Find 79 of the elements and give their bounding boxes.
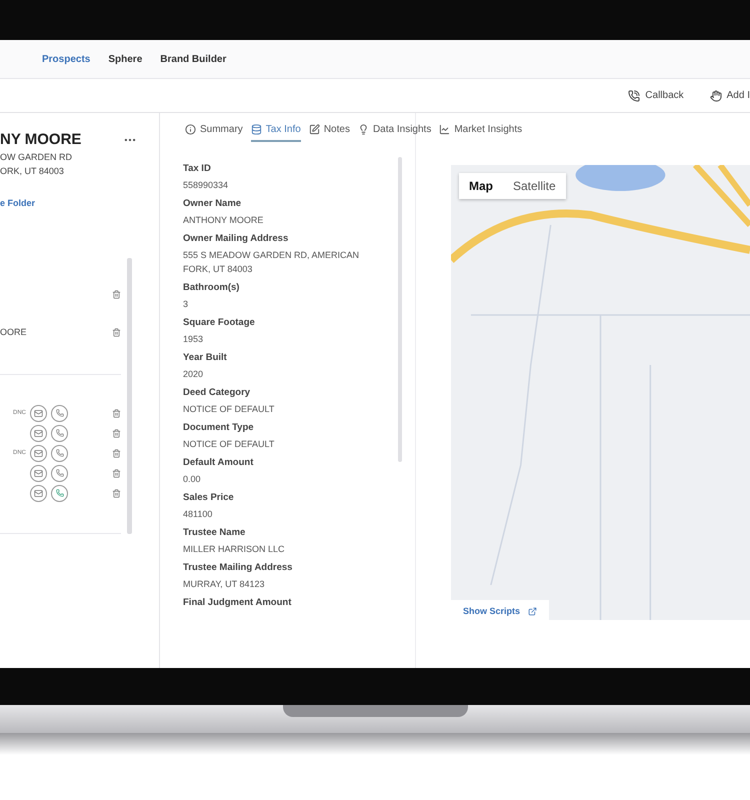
map-type-button[interactable]: Satellite [503, 173, 566, 199]
info-icon [185, 124, 196, 135]
field-label: Document Type [183, 422, 255, 433]
field-label: Owner Name [183, 198, 242, 209]
envelope-icon [34, 448, 43, 458]
edit-icon [308, 124, 320, 135]
field-value: 1953 [183, 333, 204, 346]
phone-icon [56, 429, 64, 437]
field-value: MURRAY, UT 84123 [183, 578, 266, 591]
field-value: 2020 [183, 368, 204, 381]
field-value: NOTICE OF DEFAULT [183, 403, 276, 416]
trash-icon[interactable] [112, 328, 121, 336]
phone-icon [56, 469, 64, 477]
message-button[interactable] [30, 464, 47, 482]
tab[interactable]: Notes [308, 122, 350, 142]
field-label: Sales Price [183, 492, 235, 503]
show-scripts-link[interactable]: Show Scripts [451, 600, 550, 620]
folder-link[interactable]: e Folder [0, 198, 159, 208]
trash-icon[interactable] [112, 468, 121, 478]
hand-icon [710, 90, 722, 102]
toolbar-button[interactable]: Add I [710, 90, 750, 102]
field-label: Final Judgment Amount [183, 597, 292, 608]
tab[interactable]: Data Insights [358, 122, 432, 142]
owner-name: OORE [0, 327, 27, 337]
field-value: 555 S MEADOW GARDEN RD, AMERICAN FORK, UT 84003 [183, 249, 360, 276]
field-label: Tax ID [183, 163, 212, 174]
call-button[interactable] [51, 464, 68, 482]
phone-icon [628, 90, 640, 102]
nav-tab[interactable]: Prospects [42, 54, 90, 64]
field-value: 3 [183, 298, 190, 311]
field-label: Deed Category [183, 387, 252, 398]
map[interactable]: Map Satellite Show Scripts [451, 165, 750, 620]
phone-icon [56, 489, 64, 497]
envelope-icon [34, 468, 43, 478]
field-label: Trustee Name [183, 527, 246, 538]
tab[interactable]: Market Insights [439, 122, 522, 142]
field-label: Square Footage [183, 317, 256, 328]
trash-icon[interactable] [112, 428, 121, 438]
envelope-icon [34, 408, 43, 418]
nav-tab[interactable]: Brand Builder [160, 54, 226, 64]
call-button[interactable] [51, 484, 68, 502]
envelope-icon [34, 428, 43, 438]
database-icon [250, 124, 262, 135]
address-line: OW GARDEN RD [0, 152, 73, 162]
tab[interactable]: Summary [185, 122, 243, 142]
toolbar-button[interactable]: Callback [628, 90, 684, 102]
field-label: Default Amount [183, 457, 254, 468]
call-button[interactable] [51, 404, 68, 422]
nav-tab[interactable]: Sphere [108, 54, 142, 64]
call-button[interactable] [51, 444, 68, 462]
call-button[interactable] [51, 424, 68, 442]
trash-icon[interactable] [112, 488, 121, 498]
trash-icon[interactable] [112, 408, 121, 418]
message-button[interactable] [30, 424, 47, 442]
phone-icon [56, 409, 64, 417]
trash-icon[interactable] [112, 448, 121, 458]
envelope-icon [34, 488, 43, 498]
address-line: ORK, UT 84003 [0, 166, 65, 176]
field-value: 481100 [183, 508, 214, 521]
field-value: 0.00 [183, 473, 202, 486]
field-label: Trustee Mailing Address [183, 562, 294, 573]
bulb-icon [358, 124, 369, 135]
field-label: Owner Mailing Address [183, 233, 290, 244]
chart-icon [439, 124, 450, 135]
field-value: 558990334 [183, 179, 230, 192]
message-button[interactable] [30, 404, 47, 422]
phone-icon [56, 449, 64, 457]
field-value: ANTHONY MOORE [183, 214, 264, 227]
tab[interactable]: Tax Info [250, 122, 301, 142]
field-label: Bathroom(s) [183, 282, 240, 293]
trash-icon[interactable] [112, 290, 121, 298]
field-value: MILLER HARRISON LLC [183, 543, 286, 556]
message-button[interactable] [30, 444, 47, 462]
message-button[interactable] [30, 484, 47, 502]
map-type-button[interactable]: Map [459, 173, 503, 199]
field-label: Year Built [183, 352, 228, 363]
contact-name: NY MOORE [0, 131, 82, 148]
field-value: NOTICE OF DEFAULT [183, 438, 276, 451]
external-link-icon [528, 606, 538, 616]
